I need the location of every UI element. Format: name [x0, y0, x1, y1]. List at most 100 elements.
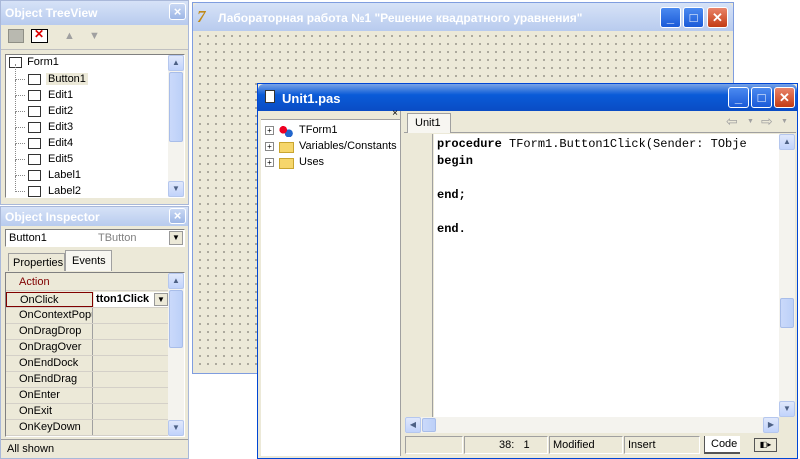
editor-gutter: [405, 134, 433, 433]
move-up-icon[interactable]: ▲: [64, 30, 75, 42]
chevron-down-icon[interactable]: ▼: [154, 293, 168, 306]
code-keyword: begin: [437, 154, 474, 168]
tab-properties[interactable]: Properties: [8, 253, 65, 271]
expand-icon[interactable]: +: [265, 126, 274, 135]
back-dropdown-icon[interactable]: ▼: [747, 118, 754, 125]
event-row[interactable]: OnContextPopup: [6, 308, 171, 324]
explorer-item-label: Uses: [299, 156, 325, 168]
code-area[interactable]: procedure TForm1.Button1Click(Sender: TO…: [434, 134, 779, 417]
tree-item[interactable]: Edit2: [6, 96, 166, 120]
tree-item-label: Edit4: [48, 137, 74, 149]
event-value[interactable]: [94, 404, 171, 419]
event-row[interactable]: OnEndDrag: [6, 372, 171, 388]
code-vscrollbar[interactable]: ▲ ▼: [779, 134, 795, 417]
minimize-button[interactable]: _: [728, 87, 749, 108]
event-name: OnEndDrag: [6, 372, 93, 387]
event-row[interactable]: OnKeyDown: [6, 420, 171, 436]
event-value[interactable]: [94, 356, 171, 371]
editor-titlebar[interactable]: Unit1.pas _ □ ✕: [258, 84, 797, 111]
explorer-item[interactable]: + Variables/Constants: [265, 139, 397, 155]
inspector-scrollbar[interactable]: ▲ ▼: [168, 273, 184, 436]
tree-item-label: Label2: [48, 185, 82, 197]
event-name: OnClick: [6, 292, 93, 307]
expand-icon[interactable]: +: [265, 158, 274, 167]
tree-item[interactable]: Edit1: [6, 80, 166, 104]
scroll-down-button[interactable]: ▼: [168, 420, 184, 436]
object-selector[interactable]: Button1 TButton ▼: [5, 229, 185, 247]
code-hscrollbar[interactable]: ◀ ▶: [405, 417, 779, 433]
code-view-tab[interactable]: Code: [704, 436, 740, 454]
event-row[interactable]: OnDragDrop: [6, 324, 171, 340]
event-name: OnExit: [6, 404, 93, 419]
inspector-titlebar[interactable]: Object Inspector ×: [1, 207, 188, 226]
explorer-item[interactable]: + TForm1: [265, 123, 395, 139]
event-row[interactable]: OnExit: [6, 404, 171, 420]
object-type: TButton: [98, 232, 137, 244]
scroll-thumb[interactable]: [169, 72, 183, 142]
maximize-button[interactable]: □: [683, 7, 704, 28]
new-item-icon[interactable]: [8, 29, 24, 43]
event-value[interactable]: [94, 388, 171, 403]
folder-icon: [279, 158, 294, 169]
event-value[interactable]: [94, 308, 171, 323]
scroll-up-button[interactable]: ▲: [779, 134, 795, 150]
scroll-right-button[interactable]: ▶: [763, 417, 779, 433]
treeview-scrollbar[interactable]: ▲ ▼: [168, 55, 184, 197]
tree-connector: [15, 144, 25, 160]
scroll-down-button[interactable]: ▼: [779, 401, 795, 417]
file-icon: [265, 90, 275, 103]
scroll-thumb[interactable]: [780, 298, 794, 328]
event-value[interactable]: [94, 324, 171, 339]
tree-connector: [15, 128, 25, 144]
expand-icon[interactable]: +: [265, 142, 274, 151]
minimize-button[interactable]: _: [660, 7, 681, 28]
event-name: OnEnter: [6, 388, 93, 403]
scroll-up-button[interactable]: ▲: [168, 273, 184, 289]
design-toggle-icon[interactable]: ◧▸: [754, 438, 777, 452]
event-row[interactable]: OnDragOver: [6, 340, 171, 356]
scroll-up-button[interactable]: ▲: [168, 55, 184, 71]
move-down-icon[interactable]: ▼: [89, 30, 100, 42]
tree-connector: [15, 176, 25, 192]
tree-item[interactable]: Edit4: [6, 128, 166, 152]
back-arrow-icon[interactable]: ⇦: [726, 113, 738, 130]
treeview-close-button[interactable]: ×: [169, 3, 186, 20]
inspector-close-button[interactable]: ×: [169, 208, 186, 224]
chevron-down-icon[interactable]: ▼: [169, 231, 183, 245]
close-button[interactable]: ✕: [774, 87, 795, 108]
event-value[interactable]: [94, 340, 171, 355]
event-row[interactable]: OnEnter: [6, 388, 171, 404]
maximize-button[interactable]: □: [751, 87, 772, 108]
tab-unit1[interactable]: Unit1: [407, 113, 451, 133]
event-row[interactable]: OnClick tton1Click ▼: [6, 292, 171, 308]
treeview-titlebar[interactable]: Object TreeView ×: [1, 1, 188, 25]
scroll-thumb[interactable]: [169, 290, 183, 348]
insert-mode-status: Insert: [624, 436, 700, 454]
scroll-down-button[interactable]: ▼: [168, 181, 184, 197]
tree-connector: [15, 112, 25, 128]
forward-dropdown-icon[interactable]: ▼: [781, 118, 788, 125]
scroll-left-button[interactable]: ◀: [405, 417, 421, 433]
tab-events[interactable]: Events: [65, 250, 112, 271]
event-value[interactable]: [94, 372, 171, 387]
explorer-close-icon[interactable]: ×: [392, 108, 398, 119]
event-value[interactable]: [94, 420, 171, 435]
hscroll-thumb[interactable]: [422, 418, 436, 432]
tree-item-label: Edit3: [48, 121, 74, 133]
tree-item[interactable]: Button1: [6, 64, 166, 88]
tree-item[interactable]: Label2: [6, 176, 166, 197]
component-icon: [28, 74, 41, 85]
form-titlebar[interactable]: 7 Лабораторная работа №1 "Решение квадра…: [193, 3, 733, 31]
tree-item-label: Edit1: [48, 89, 74, 101]
forward-arrow-icon[interactable]: ⇨: [761, 113, 773, 130]
tree-item[interactable]: Edit3: [6, 112, 166, 136]
close-button[interactable]: ✕: [707, 7, 728, 28]
category-row[interactable]: Action: [6, 275, 171, 291]
explorer-item[interactable]: + Uses: [265, 155, 395, 171]
event-row[interactable]: OnEndDock: [6, 356, 171, 372]
tree-item[interactable]: Label1: [6, 160, 166, 184]
tree-connector: [15, 160, 25, 176]
inspector-status: All shown: [1, 439, 188, 458]
tree-item[interactable]: Edit5: [6, 144, 166, 168]
delete-item-icon[interactable]: ✕: [31, 27, 48, 43]
